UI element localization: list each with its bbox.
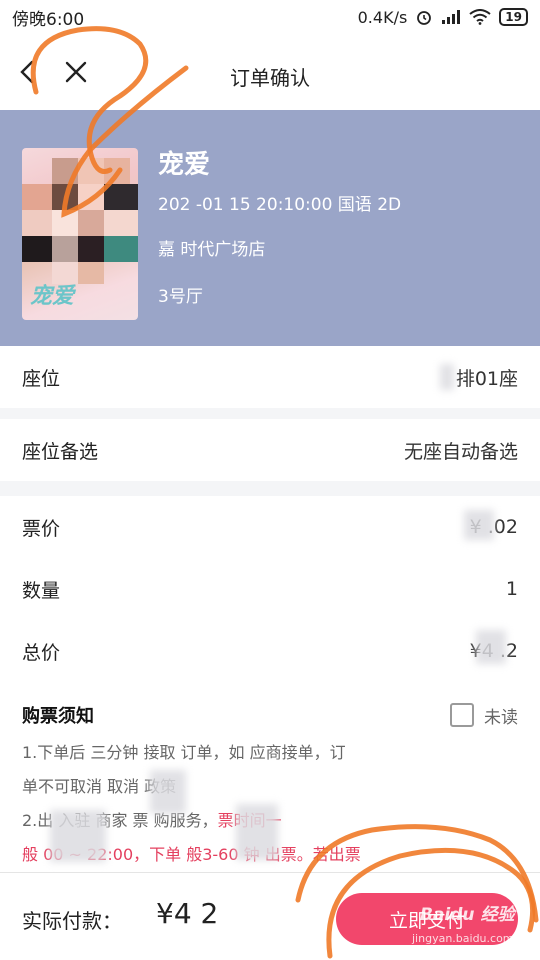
seat-value: 排01座	[455, 367, 518, 390]
seat-alternate-label: 座位备选	[22, 440, 99, 463]
unread-label: 未读	[484, 707, 518, 728]
movie-title: 宠爱	[158, 150, 211, 180]
seat-alternate-value: 无座自动备选	[403, 440, 518, 463]
status-bar: 傍晚6:00 0.4K/s 19	[0, 0, 540, 34]
censor-blur	[440, 364, 454, 390]
poster-mosaic	[78, 210, 104, 236]
showtime: 202 -01 15 20:10:00 国语 2D	[158, 195, 402, 215]
signal-icon	[442, 10, 461, 24]
notice-title: 购票须知	[22, 706, 94, 727]
notice-header: 购票须知 未读	[22, 702, 518, 728]
poster-mosaic	[22, 236, 52, 262]
wifi-icon	[469, 9, 491, 25]
unread-checkbox[interactable]	[450, 703, 474, 727]
poster-mosaic	[22, 184, 52, 210]
watermark-url: jingyan.baidu.com	[412, 932, 514, 945]
censor-blur	[236, 804, 278, 860]
poster-mosaic	[52, 236, 78, 262]
poster-mosaic	[22, 210, 52, 236]
quantity-value: 1	[505, 578, 518, 600]
poster-mosaic	[104, 184, 138, 210]
nav-bar: 订单确认	[0, 34, 540, 110]
total-price-row: 总价 ¥4 .2	[0, 620, 540, 682]
censor-blur	[50, 810, 106, 862]
actual-payment-label: 实际付款：	[22, 909, 122, 933]
poster-mosaic	[104, 158, 130, 184]
poster-mosaic	[52, 210, 78, 236]
battery-icon: 19	[499, 8, 528, 26]
page-title: 订单确认	[230, 66, 310, 90]
total-price-label: 总价	[22, 641, 61, 664]
poster-title: 宠爱	[30, 284, 75, 309]
censor-blur	[476, 630, 506, 664]
alarm-icon	[417, 11, 432, 25]
quantity-row: 数量 1	[0, 558, 540, 620]
poster-mosaic	[78, 262, 104, 284]
cinema-name: 嘉 时代广场店	[158, 240, 266, 260]
actual-payment-amount: ¥4 2	[156, 897, 219, 930]
ticket-price-label: 票价	[22, 517, 61, 540]
baidu-watermark: Baidu 经验	[420, 905, 515, 925]
quantity-label: 数量	[22, 579, 61, 602]
hall-name: 3号厅	[158, 287, 203, 307]
network-speed: 0.4K/s	[357, 7, 408, 27]
notice-line: 单不可取消 取消 政策	[22, 777, 177, 796]
poster-mosaic	[52, 158, 78, 184]
movie-header: 宠爱 宠爱 202 -01 15 20:10:00 国语 2D 嘉 时代广场店 …	[0, 110, 540, 346]
poster-mosaic	[78, 184, 104, 210]
censor-blur	[150, 770, 186, 814]
unread-toggle[interactable]: 未读	[450, 703, 518, 728]
seat-row: 座位 排01座	[0, 346, 540, 408]
poster-mosaic	[78, 158, 104, 184]
poster-mosaic	[52, 184, 78, 210]
seat-label: 座位	[22, 367, 61, 390]
status-icons: 0.4K/s 19	[358, 8, 528, 27]
status-time: 傍晚6:00	[12, 9, 85, 30]
poster-mosaic	[78, 236, 104, 262]
censor-blur	[464, 510, 494, 540]
seat-alternate-row[interactable]: 座位备选 无座自动备选	[0, 419, 540, 481]
order-confirm-page: 傍晚6:00 0.4K/s 19 订单确认 宠爱 宠爱 202 -01 15 2…	[0, 0, 540, 960]
ticket-price-row: 票价 ¥ .02	[0, 496, 540, 558]
notice-line: 1.下单后 三分钟 接取 订单，如 应商接单，订	[22, 743, 346, 762]
poster-mosaic	[104, 236, 138, 262]
movie-poster: 宠爱	[22, 148, 138, 320]
poster-mosaic	[104, 210, 138, 236]
